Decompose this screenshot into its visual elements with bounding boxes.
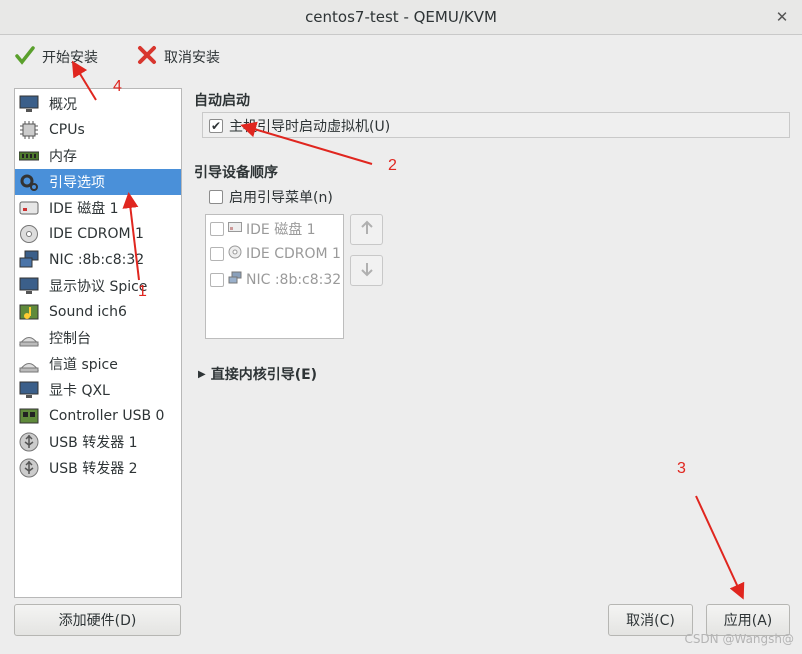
- memory-icon: [18, 145, 40, 167]
- sidebar-item-usb-redirector-2[interactable]: USB 转发器 2: [15, 455, 181, 481]
- boot-device-item: IDE CDROM 1: [210, 245, 341, 263]
- sidebar-item-label: 内存: [49, 149, 77, 165]
- channel-icon: [18, 353, 40, 375]
- sidebar-item-label: IDE 磁盘 1: [49, 201, 119, 217]
- sidebar-item-label: NIC :8b:c8:32: [49, 252, 145, 268]
- monitor-icon: [18, 93, 40, 115]
- sidebar-item-usb-redirector-1[interactable]: USB 转发器 1: [15, 429, 181, 455]
- sidebar-item-label: 概况: [49, 97, 77, 113]
- console-icon: [18, 327, 40, 349]
- cpu-icon: [18, 119, 40, 141]
- title-bar: centos7-test - QEMU/KVM ✕: [0, 0, 802, 35]
- cancel-x-icon: [136, 44, 158, 70]
- boot-device-item: NIC :8b:c8:32: [210, 271, 341, 289]
- annotation-label-1: 1: [138, 283, 147, 300]
- add-hardware-button[interactable]: 添加硬件(D): [14, 604, 181, 636]
- cdrom-icon: [18, 223, 40, 245]
- sidebar-item-controller-usb[interactable]: Controller USB 0: [15, 403, 181, 429]
- sidebar-item-channel-spice[interactable]: 信道 spice: [15, 351, 181, 377]
- sidebar-item-nic[interactable]: NIC :8b:c8:32: [15, 247, 181, 273]
- toolbar: 开始安装 取消安装: [0, 35, 802, 83]
- boot-order-section-title: 引导设备顺序: [194, 165, 278, 181]
- boot-device-label: IDE 磁盘 1: [246, 222, 316, 238]
- boot-device-list: IDE 磁盘 1 IDE CDROM 1 NIC :8b:c8:32: [205, 214, 344, 339]
- boot-options-icon: [18, 171, 40, 193]
- sidebar-item-boot-options[interactable]: 引导选项: [15, 169, 181, 195]
- watermark: CSDN @Wangsh@: [684, 632, 794, 646]
- video-card-icon: [18, 379, 40, 401]
- expander-arrow-icon: ▶: [198, 368, 206, 380]
- boot-menu-label: 启用引导菜单(n): [229, 190, 333, 206]
- usb-icon: [18, 431, 40, 453]
- sidebar-item-label: 控制台: [49, 331, 91, 347]
- sidebar-item-console[interactable]: 控制台: [15, 325, 181, 351]
- move-down-button[interactable]: [350, 255, 383, 286]
- sidebar-item-display-spice[interactable]: 显示协议 Spice: [15, 273, 181, 299]
- boot-device-checkbox: [210, 222, 224, 236]
- boot-device-label: NIC :8b:c8:32: [246, 272, 342, 288]
- sidebar-item-sound[interactable]: Sound ich6: [15, 299, 181, 325]
- arrow-down-icon: [359, 261, 375, 281]
- close-icon[interactable]: ✕: [772, 7, 792, 27]
- sidebar-item-ide-disk[interactable]: IDE 磁盘 1: [15, 195, 181, 221]
- sidebar-item-label: 显示协议 Spice: [49, 279, 148, 295]
- boot-device-item: IDE 磁盘 1: [210, 219, 316, 239]
- sidebar-item-label: 显卡 QXL: [49, 383, 110, 399]
- boot-device-checkbox: [210, 247, 224, 261]
- autostart-label: 主机引导时启动虚拟机(U): [229, 119, 391, 135]
- cdrom-icon: [228, 245, 242, 263]
- sidebar-item-overview[interactable]: 概况: [15, 91, 181, 117]
- sidebar-item-label: Sound ich6: [49, 304, 127, 320]
- annotation-label-3: 3: [677, 460, 686, 477]
- boot-menu-checkbox-row[interactable]: 启用引导菜单(n): [209, 187, 333, 207]
- display-icon: [18, 275, 40, 297]
- cancel-button[interactable]: 取消(C): [608, 604, 693, 636]
- disk-icon: [18, 197, 40, 219]
- sidebar-item-label: USB 转发器 1: [49, 435, 138, 451]
- network-icon: [18, 249, 40, 271]
- sidebar-item-label: IDE CDROM 1: [49, 226, 144, 242]
- kernel-boot-label: 直接内核引导(E): [210, 367, 318, 383]
- sidebar-item-ide-cdrom[interactable]: IDE CDROM 1: [15, 221, 181, 247]
- window-title: centos7-test - QEMU/KVM: [305, 8, 497, 26]
- disk-icon: [228, 221, 242, 237]
- begin-install-label: 开始安装: [42, 50, 98, 66]
- network-icon: [228, 271, 242, 289]
- cancel-install-label: 取消安装: [164, 50, 220, 66]
- sidebar-item-memory[interactable]: 内存: [15, 143, 181, 169]
- autostart-checkbox-row[interactable]: ✔ 主机引导时启动虚拟机(U): [209, 116, 390, 136]
- move-up-button[interactable]: [350, 214, 383, 245]
- annotation-label-2: 2: [388, 157, 397, 174]
- boot-menu-checkbox[interactable]: [209, 190, 223, 204]
- kernel-boot-expander[interactable]: ▶ 直接内核引导(E): [198, 364, 317, 384]
- autostart-section-title: 自动启动: [194, 93, 250, 109]
- hardware-list[interactable]: 概况 CPUs 内存 引导选项 IDE 磁盘 1 IDE CDROM 1 NIC…: [14, 88, 182, 598]
- cancel-install-button[interactable]: 取消安装: [136, 43, 220, 71]
- autostart-checkbox[interactable]: ✔: [209, 119, 223, 133]
- sidebar-item-label: USB 转发器 2: [49, 461, 138, 477]
- begin-install-button[interactable]: 开始安装: [14, 43, 98, 71]
- sidebar-item-video-qxl[interactable]: 显卡 QXL: [15, 377, 181, 403]
- controller-icon: [18, 405, 40, 427]
- checkmark-icon: [14, 44, 36, 70]
- sidebar-item-cpus[interactable]: CPUs: [15, 117, 181, 143]
- sidebar-item-label: 引导选项: [49, 175, 105, 191]
- boot-device-label: IDE CDROM 1: [246, 246, 341, 262]
- sidebar-item-label: CPUs: [49, 122, 85, 138]
- sidebar-item-label: Controller USB 0: [49, 408, 165, 424]
- sound-icon: [18, 301, 40, 323]
- annotation-label-4: 4: [113, 78, 122, 95]
- sidebar-item-label: 信道 spice: [49, 357, 118, 373]
- arrow-up-icon: [359, 220, 375, 240]
- boot-device-checkbox: [210, 273, 224, 287]
- annotation-arrow-3: [695, 495, 745, 600]
- usb-icon: [18, 457, 40, 479]
